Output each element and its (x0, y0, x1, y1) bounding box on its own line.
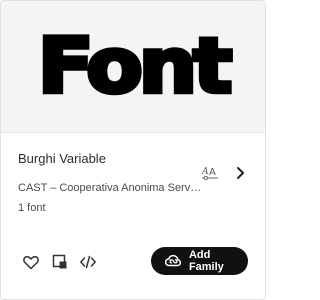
creative-cloud-icon (164, 254, 182, 267)
svg-text:A: A (209, 167, 216, 178)
add-to-project-icon[interactable] (51, 253, 69, 271)
card-actions: Add Family (1, 241, 265, 281)
font-count: 1 font (18, 202, 46, 214)
language-glyphs-icon: A A (201, 167, 218, 181)
code-embed-icon[interactable] (79, 253, 97, 271)
chevron-right-icon[interactable] (234, 166, 246, 180)
add-family-label: Add Family (188, 249, 224, 273)
font-family-card[interactable]: Font Burghi Variable A A CAST – Cooperat… (0, 0, 266, 300)
foundry-name[interactable]: CAST – Cooperativa Anonima Servizi Tipog… (18, 182, 203, 194)
family-name[interactable]: Burghi Variable (18, 151, 106, 166)
heart-icon[interactable] (22, 253, 40, 271)
preview-sample-text: Font (35, 22, 235, 110)
font-preview[interactable]: Font (1, 1, 265, 133)
add-family-button[interactable]: Add Family (151, 247, 248, 275)
svg-text:A: A (201, 167, 209, 177)
